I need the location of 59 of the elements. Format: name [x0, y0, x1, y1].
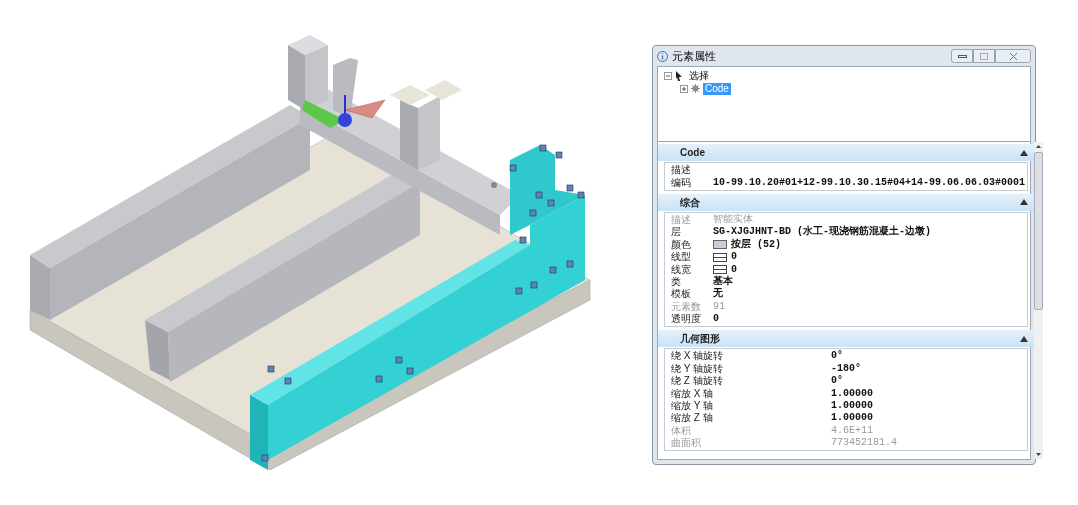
property-label: 元素数 — [670, 300, 702, 313]
property-label: 编码 — [670, 176, 692, 189]
property-label: 颜色 — [670, 238, 692, 251]
section-title: 几何图形 — [680, 332, 720, 347]
property-label: 缩放 Y 轴 — [670, 400, 715, 413]
property-value: 按层 (52) — [731, 238, 781, 251]
property-value: 0 — [713, 313, 719, 326]
info-icon — [657, 50, 668, 62]
property-value: 0° — [831, 350, 843, 363]
property-value: 4.6E+11 — [831, 424, 873, 437]
property-label: 缩放 X 轴 — [670, 387, 715, 400]
property-value: 10-99.10.20#01+12-99.10.30.15#04+14-99.06.06.03#0001 — [713, 176, 1026, 189]
scrollbar[interactable] — [1034, 142, 1044, 459]
property-label: 线型 — [670, 251, 692, 264]
cursor-icon — [675, 70, 684, 81]
section-header[interactable]: 几何图形 — [658, 330, 1035, 348]
close-button[interactable] — [995, 49, 1031, 63]
property-value: 1.00000 — [831, 400, 873, 413]
minimize-button[interactable] — [951, 49, 973, 63]
section-title: 综合 — [680, 195, 700, 210]
collapse-icon[interactable] — [1020, 335, 1029, 342]
property-label: 绕 Y 轴旋转 — [670, 362, 725, 375]
property-label: 层 — [670, 226, 682, 239]
color-swatch-icon — [713, 240, 727, 250]
property-value: 基本 — [713, 275, 733, 288]
property-label: 描述 — [670, 213, 692, 226]
collapse-icon[interactable] — [1020, 199, 1029, 206]
property-value: 1.00000 — [831, 412, 873, 425]
line-style-icon — [713, 252, 727, 262]
property-label: 体积 — [670, 424, 692, 437]
section-header[interactable]: Code — [658, 144, 1035, 161]
property-label: 绕 Z 轴旋转 — [670, 375, 724, 388]
property-value: 0 — [731, 263, 737, 275]
property-label: 模板 — [670, 288, 692, 301]
property-label: 曲面积 — [670, 437, 702, 450]
property-value: 0 — [731, 251, 737, 264]
property-label: 绕 X 轴旋转 — [670, 350, 725, 363]
property-label: 线宽 — [670, 263, 692, 276]
property-value: 无 — [713, 288, 723, 301]
property-value: 91 — [713, 300, 725, 313]
line-style-icon — [713, 265, 727, 275]
expand-icon[interactable] — [680, 84, 688, 93]
property-value: 1.00000 — [831, 387, 873, 400]
section-header[interactable]: 综合 — [658, 193, 1035, 211]
property-value: -180° — [831, 362, 861, 375]
property-label: 类 — [670, 275, 682, 288]
property-value: 0° — [831, 375, 843, 388]
property-label: 描述 — [670, 164, 692, 177]
tree-item[interactable]: 选择 — [687, 69, 711, 82]
collapse-icon[interactable] — [1020, 149, 1029, 156]
close-icon — [1009, 52, 1017, 60]
property-label: 透明度 — [670, 313, 702, 326]
window-title: 元素属性 — [672, 48, 716, 64]
property-label: 缩放 Z 轴 — [670, 412, 714, 425]
gear-icon — [691, 83, 700, 94]
property-value: SG-XJGJHNT-BD (水工-现浇钢筋混凝土-边墩) — [713, 226, 932, 238]
property-value: 智能实体 — [713, 213, 753, 226]
property-value: 773452181.4 — [831, 437, 897, 450]
section-title: Code — [680, 146, 705, 160]
